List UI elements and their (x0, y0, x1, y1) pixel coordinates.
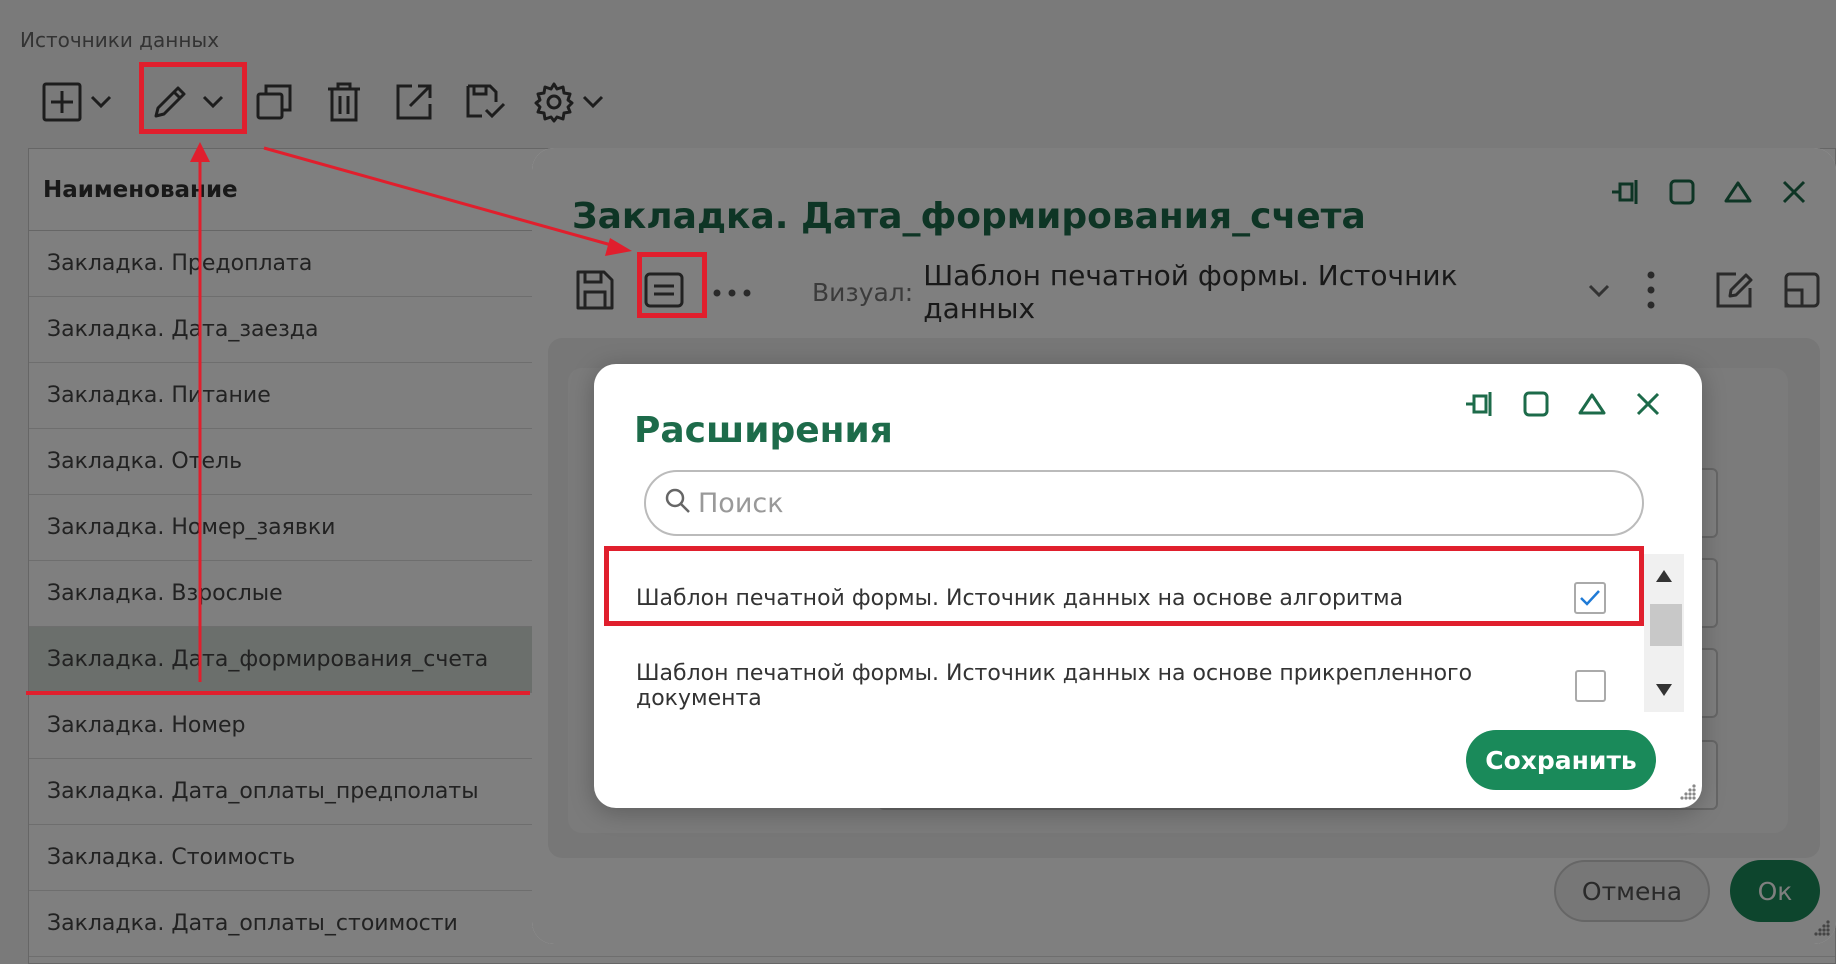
extension-label: Шаблон печатной формы. Источник данных н… (636, 661, 1473, 711)
list-item[interactable]: Шаблон печатной формы. Источник данных н… (606, 642, 1636, 712)
close-icon (1635, 391, 1661, 421)
search-field[interactable] (644, 470, 1644, 536)
extension-checkbox[interactable] (1574, 670, 1606, 702)
pin-icon (1464, 390, 1496, 422)
pin-button[interactable] (1452, 386, 1508, 426)
highlight-checked-extension (604, 546, 1644, 626)
window-controls (1452, 386, 1676, 426)
highlight-edit-button (139, 62, 247, 134)
list-scrollbar[interactable] (1644, 554, 1684, 712)
close-button[interactable] (1620, 386, 1676, 426)
highlight-extensions-button (637, 252, 707, 318)
search-icon (664, 487, 692, 519)
scrollbar-thumb[interactable] (1650, 604, 1682, 646)
save-button[interactable]: Сохранить (1466, 730, 1656, 790)
scroll-up-icon[interactable] (1654, 568, 1674, 584)
collapse-button[interactable] (1564, 386, 1620, 426)
maximize-icon (1522, 390, 1550, 422)
resize-grip-icon[interactable] (1676, 782, 1698, 804)
triangle-up-icon (1577, 391, 1607, 421)
scroll-down-icon[interactable] (1654, 682, 1674, 698)
dialog-title: Расширения (634, 410, 893, 451)
search-input[interactable] (698, 487, 1598, 519)
maximize-button[interactable] (1508, 386, 1564, 426)
